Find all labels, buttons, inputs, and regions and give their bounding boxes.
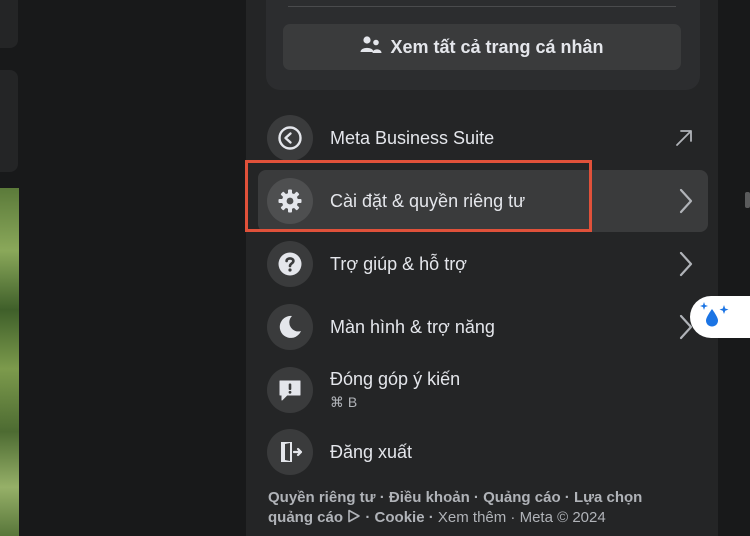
page-background-right <box>718 0 750 536</box>
footer-separator: · <box>361 509 375 526</box>
keyboard-shortcut: ⌘ B <box>330 394 358 410</box>
menu-item-help-support[interactable]: Trợ giúp & hỗ trợ <box>258 233 708 295</box>
footer-separator: · <box>375 489 389 506</box>
scrollbar-thumb[interactable] <box>745 192 750 208</box>
footer-separator: · <box>506 509 520 526</box>
menu-item-label: Meta Business Suite <box>330 127 495 148</box>
ad-choices-icon <box>347 509 361 526</box>
footer-separator: · <box>469 489 484 506</box>
divider <box>288 6 676 7</box>
profiles-icon <box>360 35 382 60</box>
menu-item-label: Cài đặt & quyền riêng tư <box>330 190 526 211</box>
question-icon <box>267 241 313 287</box>
footer-link-see-more[interactable]: Xem thêm <box>438 509 506 526</box>
footer-link-cookie[interactable]: Cookie <box>375 509 425 526</box>
see-all-profiles-label: Xem tất cả trang cá nhân <box>390 36 604 57</box>
chevron-right-icon <box>678 187 694 215</box>
menu-item-meta-business-suite[interactable]: Meta Business Suite <box>258 107 708 169</box>
gear-icon <box>267 178 313 224</box>
moon-icon <box>267 304 313 350</box>
menu-item-label: Đóng góp ý kiến <box>330 369 461 389</box>
left-card <box>0 0 18 48</box>
menu-item-label: Trợ giúp & hỗ trợ <box>330 253 467 274</box>
background-area <box>0 0 246 536</box>
logout-icon <box>267 429 313 475</box>
footer-link-terms[interactable]: Điều khoản <box>389 489 470 506</box>
menu-item-give-feedback[interactable]: Đóng góp ý kiến ⌘ B <box>258 358 708 422</box>
footer-separator: · <box>560 489 574 506</box>
menu-item-label: Đăng xuất <box>330 441 413 462</box>
menu-item-display-accessibility[interactable]: Màn hình & trợ năng <box>258 296 708 358</box>
background-photo <box>0 188 19 536</box>
left-card <box>0 70 18 172</box>
sparkle-icon <box>698 300 732 335</box>
meta-business-icon <box>267 115 313 161</box>
external-arrow-icon <box>674 128 694 148</box>
see-all-profiles-button[interactable]: Xem tất cả trang cá nhân <box>283 24 681 70</box>
footer-link-advertising[interactable]: Quảng cáo <box>483 489 561 506</box>
account-menu-panel: Xem tất cả trang cá nhân Meta Business S… <box>246 0 718 536</box>
footer-links: Quyền riêng tư · Điều khoản · Quảng cáo … <box>268 488 688 528</box>
copyright: Meta © 2024 <box>519 509 606 526</box>
menu-item-label: Màn hình & trợ năng <box>330 316 495 337</box>
feedback-icon <box>267 367 313 413</box>
menu-item-log-out[interactable]: Đăng xuất <box>258 421 708 483</box>
menu-item-settings-privacy[interactable]: Cài đặt & quyền riêng tư <box>258 170 708 232</box>
profile-card: Xem tất cả trang cá nhân <box>266 0 700 90</box>
footer-link-privacy[interactable]: Quyền riêng tư <box>268 489 376 506</box>
footer-separator: · <box>424 509 438 526</box>
ai-assistant-button[interactable] <box>690 296 750 338</box>
chevron-right-icon <box>678 250 694 278</box>
